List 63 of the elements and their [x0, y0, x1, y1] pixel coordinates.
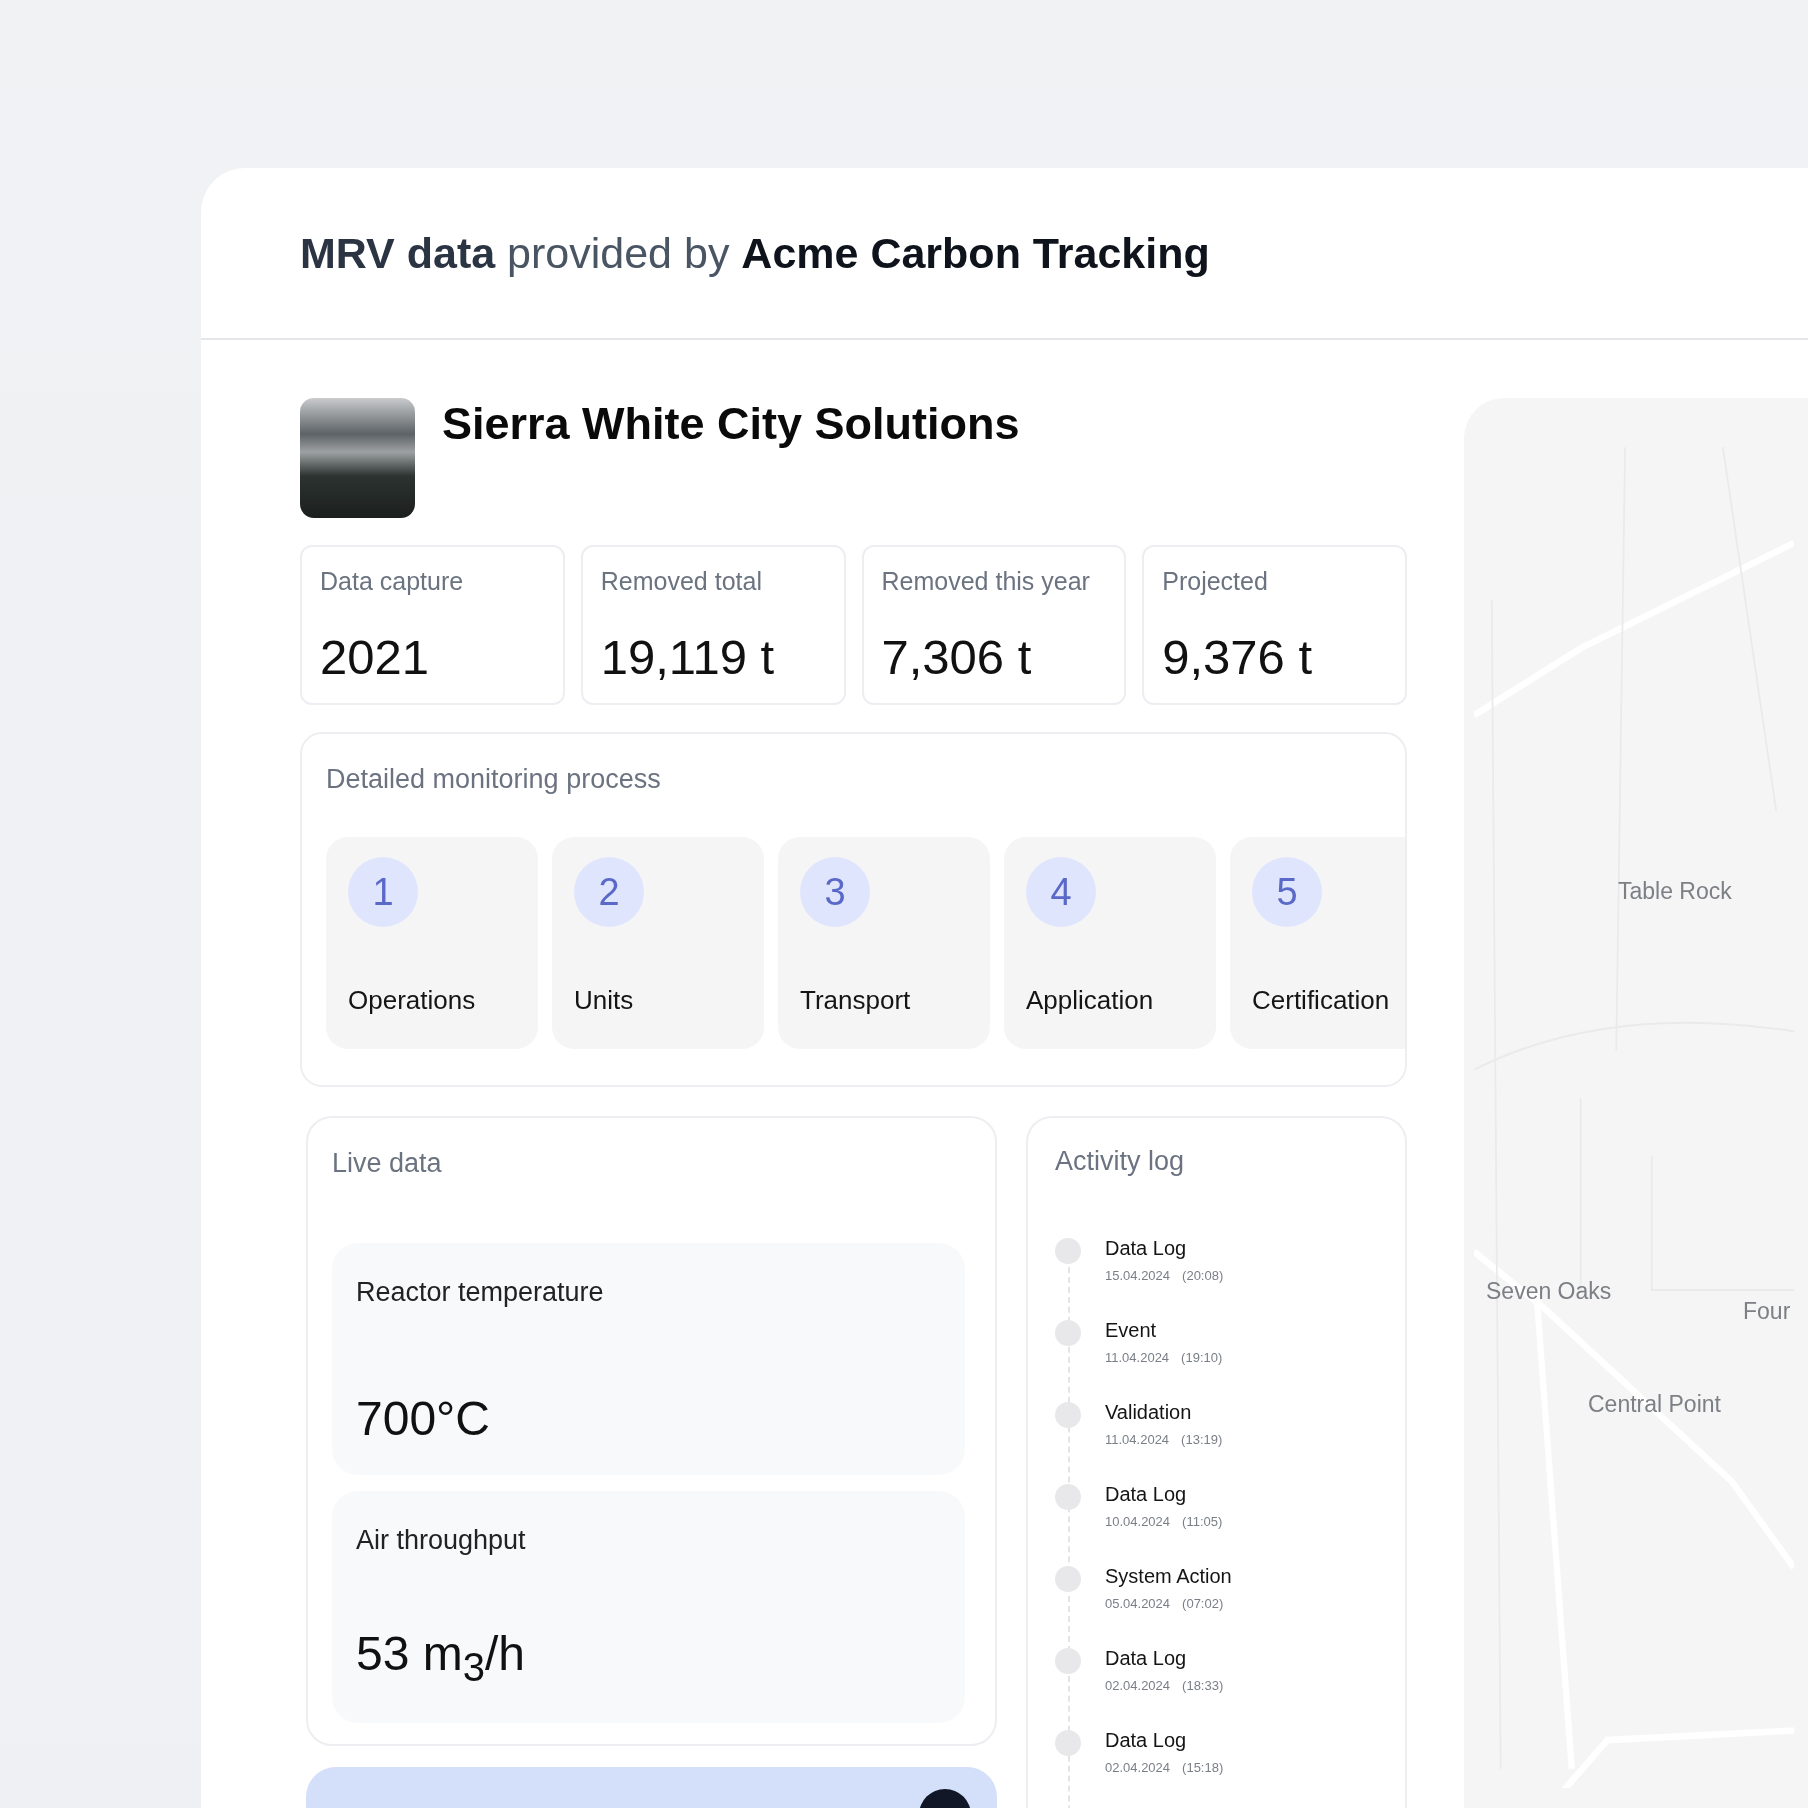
log-time: (07:02)	[1182, 1596, 1224, 1611]
log-title: Data Log	[1105, 1237, 1188, 1260]
step-label: Operations	[348, 985, 477, 1016]
map-place-label: Central Point	[1588, 1391, 1721, 1418]
log-time: (19:10)	[1181, 1350, 1223, 1365]
timeline-dot-icon	[1055, 1566, 1081, 1592]
metric-label: Reactor temperature	[356, 1277, 605, 1308]
log-title: Data Log	[1105, 1483, 1188, 1506]
map-place-label: Table Rock	[1618, 878, 1732, 905]
log-date: 02.04.2024	[1105, 1760, 1171, 1775]
log-time: (11:05)	[1182, 1514, 1223, 1529]
step-number: 2	[574, 857, 644, 927]
timeline-dot-icon	[1055, 1484, 1081, 1510]
step-card[interactable]: 1 Operations	[326, 837, 538, 1049]
step-label: Units	[574, 985, 635, 1016]
log-date: 02.04.2024	[1105, 1678, 1171, 1693]
log-time: (13:19)	[1181, 1432, 1223, 1447]
timeline-dot-icon	[1055, 1730, 1081, 1756]
log-title: Data Log	[1105, 1729, 1188, 1752]
log-date: 05.04.2024	[1105, 1596, 1171, 1611]
page-title: MRV data provided by Acme Carbon Tracking	[300, 228, 1210, 278]
log-date: 10.04.2024	[1105, 1514, 1171, 1529]
log-title: System Action	[1105, 1565, 1232, 1588]
log-date: 11.04.2024	[1105, 1350, 1170, 1365]
timeline-dot-icon	[1055, 1320, 1081, 1346]
step-label: Certification	[1252, 985, 1391, 1016]
panel-title: Live data	[332, 1148, 443, 1179]
log-title: Event	[1105, 1319, 1158, 1342]
step-card[interactable]: 3 Transport	[778, 837, 990, 1049]
stat-value: 19,119 t	[600, 629, 776, 685]
map-place-label: Four	[1743, 1298, 1791, 1325]
step-card[interactable]: 5 Certification	[1230, 837, 1405, 1049]
map-place-label: Seven Oaks	[1486, 1278, 1612, 1305]
metric-value: 53 m$_{3}$/h	[356, 1626, 526, 1690]
step-card[interactable]: 4 Application	[1004, 837, 1216, 1049]
stat-label: Removed this year	[881, 567, 1091, 596]
step-number: 5	[1252, 857, 1322, 927]
log-date: 11.04.2024	[1105, 1432, 1170, 1447]
metric-value: 700°C	[356, 1391, 491, 1446]
step-label: Transport	[800, 985, 912, 1016]
stat-label: Projected	[1162, 567, 1269, 596]
company-name: Sierra White City Solutions	[442, 398, 1020, 451]
step-number: 1	[348, 857, 418, 927]
step-number: 4	[1026, 857, 1096, 927]
log-time: (20:08)	[1182, 1268, 1224, 1283]
step-label: Application	[1026, 985, 1155, 1016]
log-time: (18:33)	[1182, 1678, 1224, 1693]
log-time: (15:18)	[1182, 1760, 1224, 1775]
metric-label: Air throughput	[356, 1525, 527, 1556]
step-card[interactable]: 2 Units	[552, 837, 764, 1049]
stat-value: 2021	[320, 629, 430, 685]
log-title: Data Log	[1105, 1647, 1188, 1670]
stat-value: 9,376 t	[1162, 629, 1314, 685]
panel-title: Detailed monitoring process	[326, 764, 662, 795]
timeline-dot-icon	[1055, 1648, 1081, 1674]
stat-label: Data capture	[320, 567, 465, 596]
log-date: 15.04.2024	[1105, 1268, 1171, 1283]
step-number: 3	[800, 857, 870, 927]
stat-label: Removed total	[600, 567, 763, 596]
panel-title: Activity log	[1055, 1146, 1186, 1177]
log-title: Validation	[1105, 1401, 1193, 1424]
timeline-dot-icon	[1055, 1402, 1081, 1428]
stat-value: 7,306 t	[881, 629, 1033, 685]
